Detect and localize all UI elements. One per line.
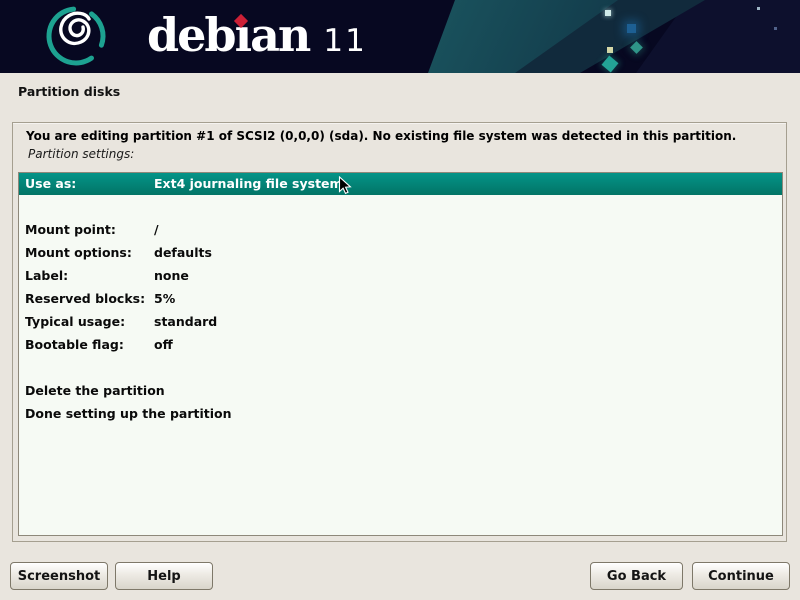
page-title: Partition disks	[18, 84, 120, 99]
go-back-button[interactable]: Go Back	[590, 562, 683, 590]
list-item[interactable]: Label:none	[19, 264, 782, 287]
banner-decor-square	[630, 41, 643, 54]
setting-label: Mount point:	[19, 218, 154, 241]
setting-label: Label:	[19, 264, 154, 287]
list-item[interactable]: Bootable flag:off	[19, 333, 782, 356]
setting-value: Ext4 journaling file system	[154, 173, 343, 195]
debian-wordmark: debıan 11	[147, 5, 367, 65]
setting-value: defaults	[154, 241, 212, 264]
banner-decor-square	[607, 47, 613, 53]
banner-decor-square	[774, 27, 777, 30]
setting-value: off	[154, 333, 173, 356]
list-item[interactable]: Reserved blocks:5%	[19, 287, 782, 310]
continue-button[interactable]: Continue	[692, 562, 790, 590]
setting-value: /	[154, 218, 159, 241]
setting-value: none	[154, 264, 189, 287]
banner: debıan 11	[0, 0, 800, 73]
banner-decor-square	[757, 7, 760, 10]
banner-decor-square	[627, 24, 636, 33]
setting-label: Delete the partition	[19, 379, 154, 402]
list-item	[19, 195, 782, 218]
setting-value: 5%	[154, 287, 175, 310]
question-text: You are editing partition #1 of SCSI2 (0…	[26, 129, 736, 143]
mouse-cursor-icon	[338, 176, 352, 196]
setting-label: Mount options:	[19, 241, 154, 264]
list-item[interactable]: Delete the partition	[19, 379, 782, 402]
list-item[interactable]: Mount point:/	[19, 218, 782, 241]
list-item[interactable]: Use as:Ext4 journaling file system	[19, 173, 782, 195]
setting-label: Done setting up the partition	[19, 402, 154, 425]
brand-text: debıan	[147, 5, 309, 65]
setting-label: Bootable flag:	[19, 333, 154, 356]
list-item	[19, 356, 782, 379]
list-item[interactable]: Done setting up the partition	[19, 402, 782, 425]
list-item[interactable]: Mount options:defaults	[19, 241, 782, 264]
setting-value: standard	[154, 310, 217, 333]
list-item[interactable]: Typical usage:standard	[19, 310, 782, 333]
banner-decor-square	[605, 10, 611, 16]
setting-label: Typical usage:	[19, 310, 154, 333]
screenshot-button[interactable]: Screenshot	[10, 562, 108, 590]
setting-label: Reserved blocks:	[19, 287, 154, 310]
help-button[interactable]: Help	[115, 562, 213, 590]
settings-caption: Partition settings:	[28, 147, 134, 161]
version-number: 11	[323, 11, 366, 71]
info-frame: You are editing partition #1 of SCSI2 (0…	[12, 122, 787, 542]
settings-list[interactable]: Use as:Ext4 journaling file system Mount…	[18, 172, 783, 536]
setting-label: Use as:	[19, 173, 154, 195]
debian-swirl-logo-icon	[43, 3, 109, 69]
